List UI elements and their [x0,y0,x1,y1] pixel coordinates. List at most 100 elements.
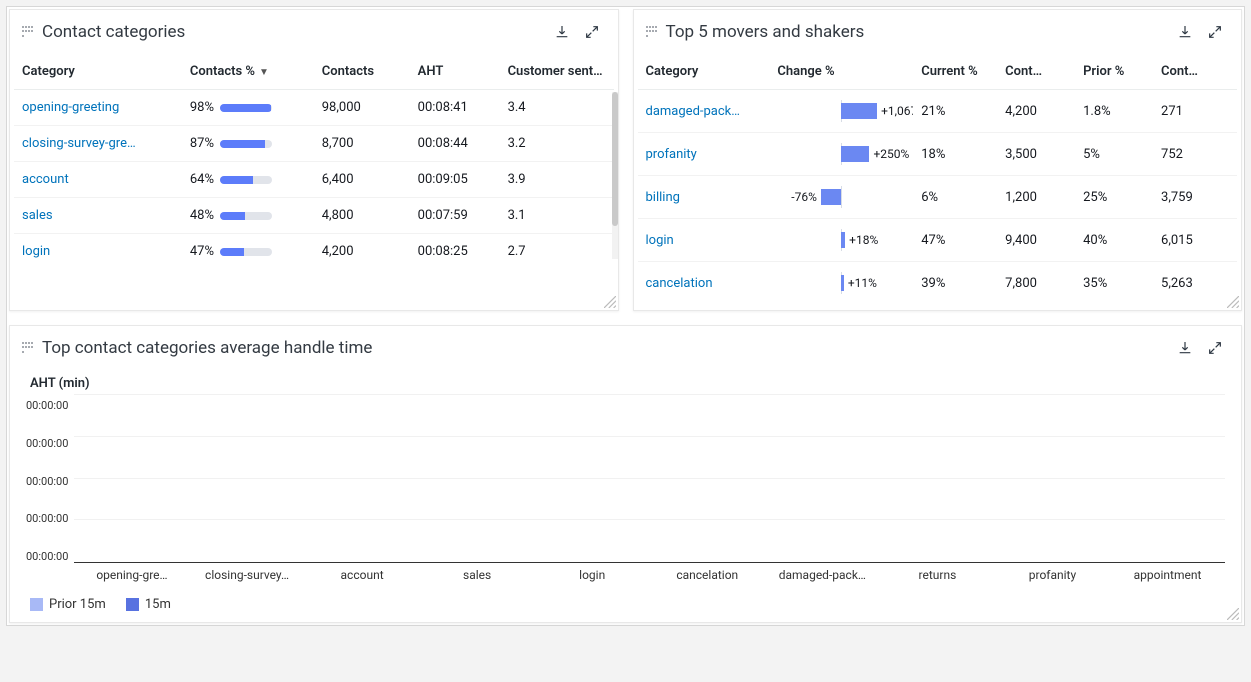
panel-aht-chart: Top contact categories average handle ti… [9,325,1242,623]
chart-legend: Prior 15m 15m [26,597,1225,612]
legend-prior: Prior 15m [30,597,106,612]
prior-contacts-cell: 5,263 [1153,262,1237,305]
contacts-cell: 4,800 [314,198,410,234]
resize-handle-icon[interactable] [1227,608,1239,620]
category-link[interactable]: sales [14,198,182,234]
vertical-scrollbar[interactable] [612,92,618,259]
current-pct-cell: 21% [913,90,997,133]
categories-table: Category Contacts %▼ Contacts AHT Custom… [14,48,614,269]
col-sentiment[interactable]: Customer sent… [500,48,614,90]
sentiment-cell: 2.7 [500,234,614,270]
category-link[interactable]: billing [638,176,770,219]
col-category[interactable]: Category [14,48,182,90]
col-change-pct[interactable]: Change % [769,48,913,90]
prior-pct-cell: 1.8% [1075,90,1153,133]
change-pct-cell: +1,067% [769,90,913,133]
y-tick: 00:00:00 [26,475,68,488]
current-pct-cell: 39% [913,262,997,305]
chart-category-label: returns [880,568,995,582]
current-pct-cell: 6% [913,176,997,219]
sentiment-cell: 3.9 [500,162,614,198]
expand-button[interactable] [580,20,604,44]
prior-contacts-cell: 752 [1153,133,1237,176]
category-link[interactable]: login [14,234,182,270]
categories-table-wrap: Category Contacts %▼ Contacts AHT Custom… [10,48,618,275]
panel-title: Top contact categories average handle ti… [42,338,1167,358]
download-button[interactable] [1173,20,1197,44]
drag-handle-icon[interactable] [22,26,34,38]
legend-current: 15m [126,597,171,612]
y-tick: 00:00:00 [26,512,68,525]
panel-header: Top contact categories average handle ti… [10,326,1241,364]
aht-cell: 00:08:44 [410,126,500,162]
contacts-cell: 4,200 [314,234,410,270]
chart-category-label: closing-survey… [189,568,304,582]
chart-category-label: damaged-pack… [765,568,880,582]
movers-table-wrap: Category Change % Current % Cont… Prior … [634,48,1242,310]
col-prior-pct[interactable]: Prior % [1075,48,1153,90]
current-contacts-cell: 9,400 [997,219,1075,262]
y-tick: 00:00:00 [26,437,68,450]
current-contacts-cell: 7,800 [997,262,1075,305]
sentiment-cell: 3.2 [500,126,614,162]
chart-category-label: sales [420,568,535,582]
panel-contact-categories: Contact categories Category Contacts %▼ … [9,9,619,311]
change-pct-cell: -76% [769,176,913,219]
category-link[interactable]: closing-survey-gre… [14,126,182,162]
expand-button[interactable] [1203,20,1227,44]
contacts-cell: 6,400 [314,162,410,198]
movers-table: Category Change % Current % Cont… Prior … [638,48,1238,304]
table-row: account 64% 6,400 00:09:05 3.9 [14,162,614,198]
drag-handle-icon[interactable] [22,342,34,354]
col-current-contacts[interactable]: Cont… [997,48,1075,90]
category-link[interactable]: opening-greeting [14,90,182,126]
change-pct-cell: +250% [769,133,913,176]
prior-contacts-cell: 271 [1153,90,1237,133]
chart-category-label: opening-gre… [74,568,189,582]
category-link[interactable]: damaged-pack… [638,90,770,133]
panel-movers-shakers: Top 5 movers and shakers Category Change… [633,9,1243,311]
col-prior-contacts[interactable]: Cont… [1153,48,1237,90]
current-contacts-cell: 1,200 [997,176,1075,219]
col-contacts-pct[interactable]: Contacts %▼ [182,48,314,90]
resize-handle-icon[interactable] [604,296,616,308]
col-category[interactable]: Category [638,48,770,90]
download-button[interactable] [550,20,574,44]
resize-handle-icon[interactable] [1227,296,1239,308]
aht-cell: 00:08:25 [410,234,500,270]
table-header-row: Category Change % Current % Cont… Prior … [638,48,1238,90]
prior-pct-cell: 35% [1075,262,1153,305]
panel-title: Contact categories [42,22,544,42]
table-row: cancelation +11% 39% 7,800 35% 5,263 [638,262,1238,305]
table-row: login 47% 4,200 00:08:25 2.7 [14,234,614,270]
expand-button[interactable] [1203,336,1227,360]
sort-desc-icon: ▼ [259,67,269,78]
change-pct-cell: +11% [769,262,913,305]
chart-category-label: appointment [1110,568,1225,582]
table-row: opening-greeting 98% 98,000 00:08:41 3.4 [14,90,614,126]
table-row: login +18% 47% 9,400 40% 6,015 [638,219,1238,262]
chart-area: AHT (min) 00:00:0000:00:0000:00:0000:00:… [10,364,1241,622]
col-contacts[interactable]: Contacts [314,48,410,90]
chart-category-label: account [305,568,420,582]
table-row: profanity +250% 18% 3,500 5% 752 [638,133,1238,176]
prior-pct-cell: 40% [1075,219,1153,262]
download-button[interactable] [1173,336,1197,360]
col-aht[interactable]: AHT [410,48,500,90]
category-link[interactable]: cancelation [638,262,770,305]
sentiment-cell: 3.4 [500,90,614,126]
prior-contacts-cell: 3,759 [1153,176,1237,219]
current-contacts-cell: 4,200 [997,90,1075,133]
chart-plot: opening-gre… closing-survey… account sal… [74,395,1225,563]
category-link[interactable]: account [14,162,182,198]
category-link[interactable]: login [638,219,770,262]
drag-handle-icon[interactable] [646,26,658,38]
prior-pct-cell: 5% [1075,133,1153,176]
y-axis-label: AHT (min) [30,376,1225,391]
col-current-pct[interactable]: Current % [913,48,997,90]
legend-swatch-current [126,598,139,611]
category-link[interactable]: profanity [638,133,770,176]
table-row: closing-survey-gre… 87% 8,700 00:08:44 3… [14,126,614,162]
aht-cell: 00:07:59 [410,198,500,234]
dashboard: Contact categories Category Contacts %▼ … [6,6,1245,626]
